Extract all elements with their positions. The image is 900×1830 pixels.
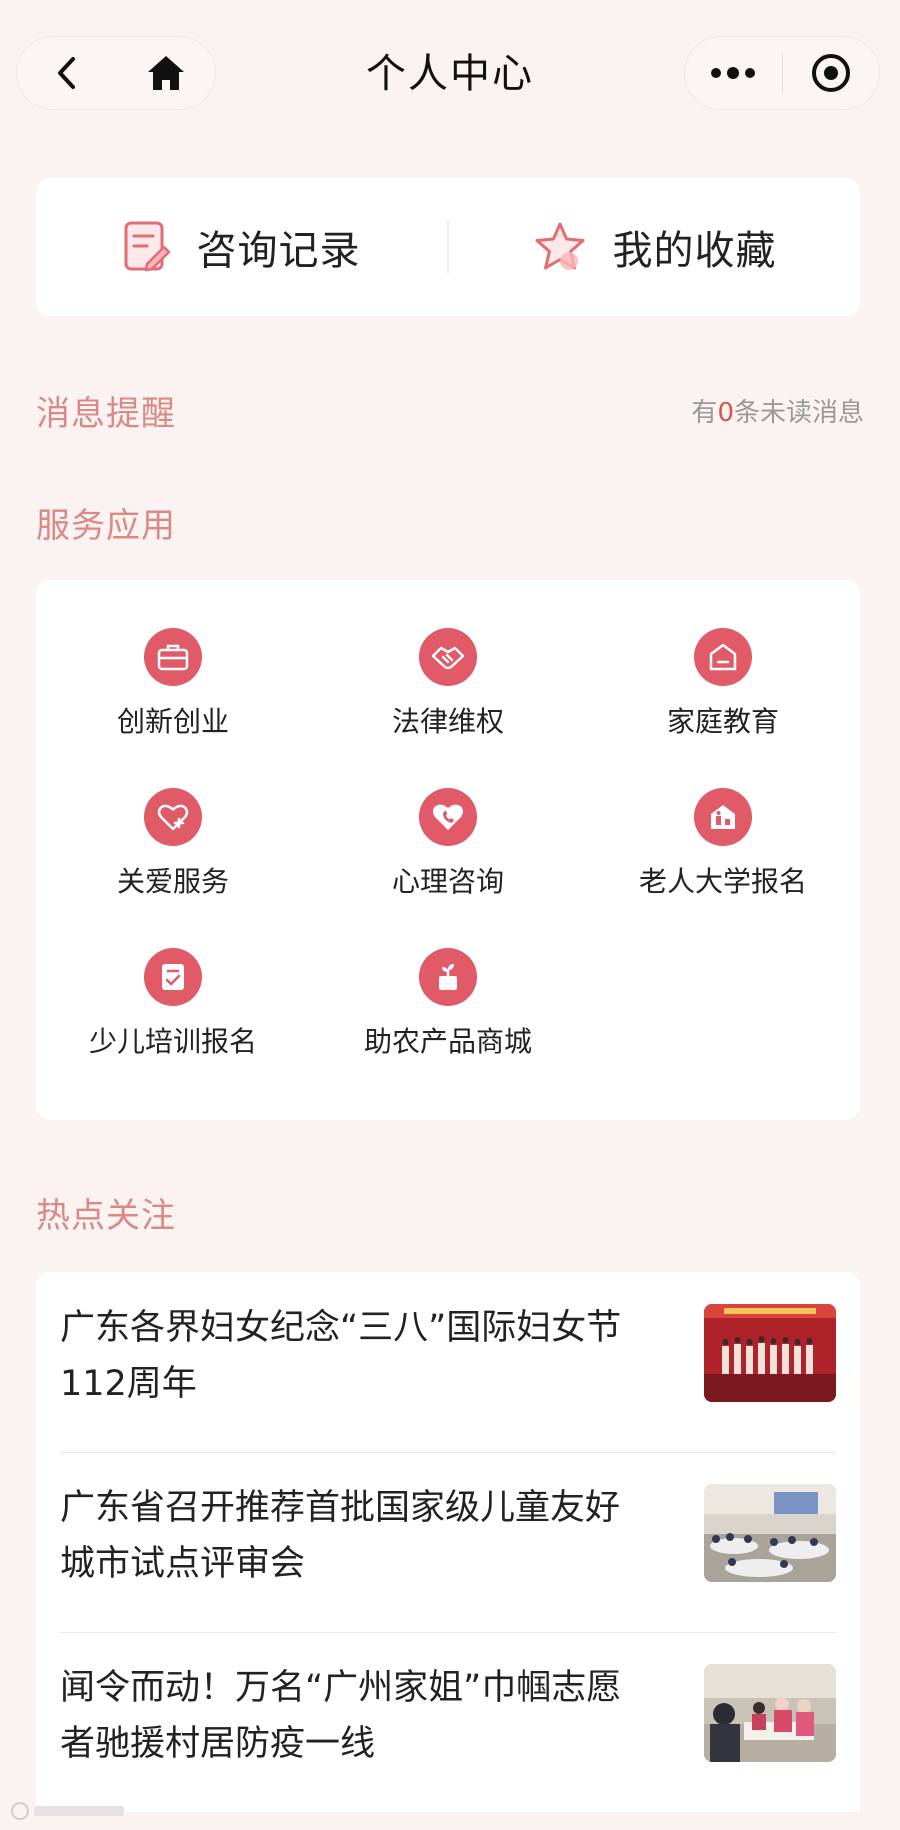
unread-messages-link[interactable]: 有0条未读消息	[691, 392, 864, 429]
target-icon	[811, 54, 850, 92]
service-label: 少儿培训报名	[88, 1025, 257, 1058]
heart-phone-icon	[419, 788, 477, 846]
news-title: 广东各界妇女纪念“三八”国际妇女节112周年	[60, 1308, 622, 1404]
unread-count: 0	[717, 398, 734, 428]
watermark	[10, 1800, 130, 1827]
service-label: 家庭教育	[666, 705, 779, 738]
navigation-bar: 个人中心	[0, 0, 900, 150]
handshake-icon	[419, 628, 477, 686]
service-label: 法律维权	[391, 705, 504, 738]
my-favorites-label: 我的收藏	[612, 228, 777, 274]
service-label: 助农产品商城	[363, 1025, 532, 1058]
heart-plus-icon	[144, 788, 202, 846]
chevron-left-icon	[57, 57, 75, 89]
news-title: 闻令而动！万名“广州家姐”巾帼志愿者驰援村居防疫一线	[60, 1668, 622, 1764]
service-item-legal[interactable]: 法律维权	[311, 628, 585, 768]
news-thumbnail	[704, 1484, 836, 1582]
service-label: 创新创业	[116, 705, 229, 738]
news-thumbnail	[704, 1664, 836, 1762]
services-card: 创新创业 法律维权 家庭教育 关爱服务 心理咨询 老人大学报名 少儿培训报名 助…	[36, 580, 860, 1120]
news-thumbnail	[704, 1304, 836, 1402]
service-item-children-training[interactable]: 少儿培训报名	[36, 948, 310, 1088]
consult-record-button[interactable]: 咨询记录	[36, 218, 447, 276]
quick-actions-card: 咨询记录 我的收藏	[36, 178, 860, 316]
news-item[interactable]: 闻令而动！万名“广州家姐”巾帼志愿者驰援村居防疫一线	[60, 1632, 836, 1812]
hot-topics-section-title: 热点关注	[36, 1196, 176, 1236]
service-item-innovation[interactable]: 创新创业	[36, 628, 310, 768]
service-item-care[interactable]: 关爱服务	[36, 788, 310, 928]
star-icon	[535, 222, 584, 270]
news-item[interactable]: 广东省召开推荐首批国家级儿童友好城市试点评审会	[60, 1452, 836, 1632]
hot-topics-card: 广东各界妇女纪念“三八”国际妇女节112周年 广东省召开推荐首批国家级儿童友好城…	[36, 1272, 860, 1812]
news-item[interactable]: 广东各界妇女纪念“三八”国际妇女节112周年	[60, 1272, 836, 1452]
building-icon	[694, 788, 752, 846]
logo-watermark-icon	[11, 1802, 124, 1820]
unread-suffix: 条未读消息	[733, 398, 864, 428]
service-item-family-education[interactable]: 家庭教育	[586, 628, 860, 768]
home-button[interactable]	[116, 36, 215, 110]
back-button[interactable]	[17, 36, 116, 110]
service-item-agri-mall[interactable]: 助农产品商城	[311, 948, 585, 1088]
page-title: 个人中心	[366, 51, 534, 97]
checklist-icon	[144, 948, 202, 1006]
plant-icon	[419, 948, 477, 1006]
services-section-title: 服务应用	[36, 506, 176, 546]
nav-right-capsule	[684, 36, 880, 110]
nav-left-capsule	[16, 36, 216, 110]
consult-record-label: 咨询记录	[196, 228, 361, 274]
briefcase-icon	[144, 628, 202, 686]
service-label: 关爱服务	[116, 865, 229, 898]
news-title: 广东省召开推荐首批国家级儿童友好城市试点评审会	[60, 1488, 621, 1584]
home-icon	[147, 56, 184, 90]
service-item-senior-university[interactable]: 老人大学报名	[586, 788, 860, 928]
more-dots-icon	[711, 67, 756, 79]
more-button[interactable]	[685, 36, 782, 110]
service-item-psychology[interactable]: 心理咨询	[311, 788, 585, 928]
unread-prefix: 有	[691, 398, 718, 428]
my-favorites-button[interactable]: 我的收藏	[449, 218, 860, 276]
close-miniprogram-button[interactable]	[782, 36, 879, 110]
home-icon	[694, 628, 752, 686]
service-label: 心理咨询	[391, 865, 504, 898]
messages-section-title: 消息提醒	[36, 394, 176, 434]
consult-record-icon	[124, 221, 170, 272]
service-label: 老人大学报名	[638, 865, 807, 898]
